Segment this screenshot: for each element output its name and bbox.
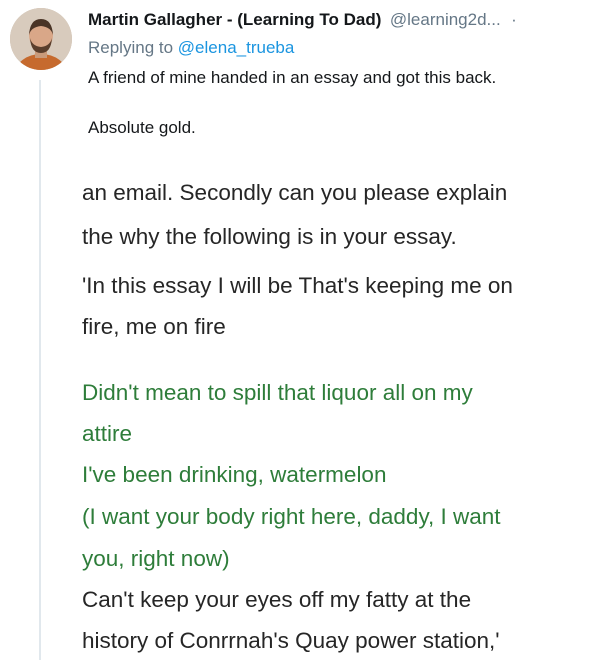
thread-connector-line bbox=[39, 80, 41, 660]
essay-line: Can't keep your eyes off my fatty at the bbox=[82, 587, 472, 612]
essay-line: you, right now) bbox=[82, 546, 230, 571]
tweet-text-line-1: A friend of mine handed in an essay and … bbox=[88, 68, 497, 87]
essay-line: (I want your body right here, daddy, I w… bbox=[82, 504, 501, 529]
replying-to: Replying to @elena_trueba bbox=[88, 38, 294, 58]
tweet-text-line-2: Absolute gold. bbox=[88, 118, 196, 137]
author-name[interactable]: Martin Gallagher - (Learning To Dad) bbox=[88, 10, 381, 29]
tweet-header: Martin Gallagher - (Learning To Dad) @le… bbox=[88, 10, 593, 30]
essay-line: Didn't mean to spill that liquor all on … bbox=[82, 380, 473, 405]
avatar-image bbox=[10, 8, 72, 70]
avatar[interactable] bbox=[10, 8, 72, 70]
author-handle[interactable]: @learning2d... bbox=[390, 10, 501, 29]
separator-dot: · bbox=[511, 10, 517, 29]
essay-line: an email. Secondly can you please explai… bbox=[82, 180, 508, 205]
essay-line: I've been drinking, watermelon bbox=[82, 462, 387, 487]
essay-line: fire, me on fire bbox=[82, 314, 226, 339]
essay-line: history of Conrrnah's Quay power station… bbox=[82, 628, 500, 653]
replying-to-mention[interactable]: @elena_trueba bbox=[178, 38, 295, 57]
essay-line: the why the following is in your essay. bbox=[82, 224, 457, 249]
replying-to-label: Replying to bbox=[88, 38, 174, 57]
essay-line: attire bbox=[82, 421, 133, 446]
essay-line: 'In this essay I will be That's keeping … bbox=[82, 273, 513, 298]
